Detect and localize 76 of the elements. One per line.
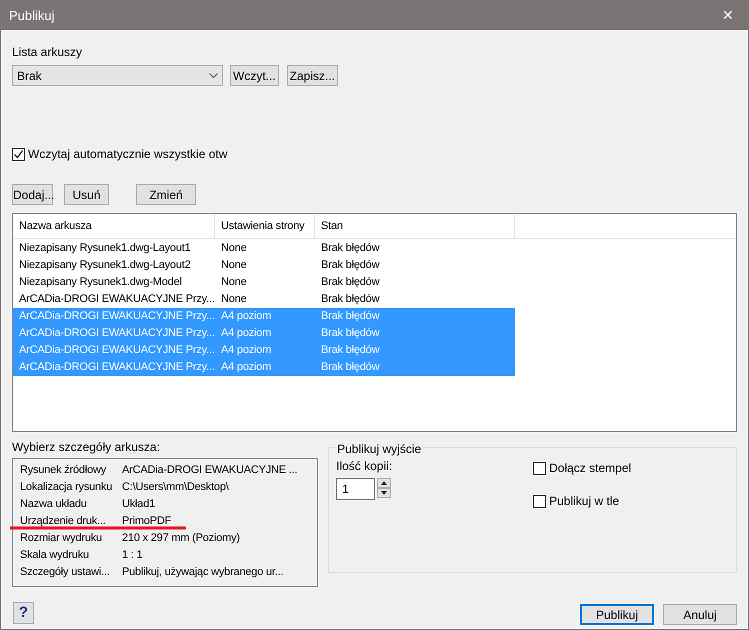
detail-value: C:\Users\mm\Desktop\ bbox=[122, 480, 229, 496]
table-row[interactable]: Niezapisany Rysunek1.dwg-Layout2 None Brak błędów bbox=[13, 257, 515, 274]
table-cell-text: Brak błędów bbox=[320, 292, 380, 307]
sheet-list-button[interactable]: Zapisz... bbox=[286, 65, 338, 86]
table-cell-text: Brak błędów bbox=[320, 258, 380, 273]
detail-label: Rysunek źródłowy bbox=[20, 464, 106, 476]
table-cell-text: None bbox=[220, 275, 248, 290]
details-title: Wybierz szczegóły arkusza: bbox=[12, 439, 161, 456]
table-cell-text: Brak błędów bbox=[320, 326, 380, 341]
list-button[interactable]: Zmień bbox=[136, 184, 196, 205]
detail-label: Urządzenie druk... bbox=[20, 515, 106, 528]
table-cell-text: Niezapisany Rysunek1.dwg-Layout2 bbox=[18, 258, 192, 273]
option-checkbox[interactable]: Dołącz stempel bbox=[533, 459, 632, 477]
table-cell-text: Brak błędów bbox=[320, 360, 380, 375]
table-cell-text: A4 poziom bbox=[220, 326, 272, 341]
detail-label: Nazwa układu bbox=[20, 498, 87, 510]
column-header[interactable]: Ustawienia strony bbox=[215, 214, 315, 238]
checkbox-label: Wczytaj automatycznie wszystkie otw bbox=[28, 146, 228, 163]
detail-label: Skala wydruku bbox=[20, 549, 89, 562]
table-cell-text: ArCADia-DROGI EWAKUACYJNE Przy... bbox=[18, 309, 215, 324]
copies-label: Ilość kopii: bbox=[336, 458, 394, 475]
checkbox[interactable] bbox=[533, 462, 546, 474]
spin-up-button[interactable] bbox=[377, 478, 392, 488]
sheet-list-button[interactable]: Wczyt... bbox=[230, 65, 279, 86]
table-cell-text: Brak błędów bbox=[320, 241, 380, 256]
help-button[interactable]: ? bbox=[13, 602, 34, 624]
checkbox-label: Dołącz stempel bbox=[549, 460, 632, 477]
up-arrow-icon bbox=[381, 481, 388, 485]
table-cell-text: ArCADia-DROGI EWAKUACYJNE Przy... bbox=[18, 326, 215, 341]
table-cell-text: Brak błędów bbox=[320, 275, 380, 290]
detail-value: PrimoPDF bbox=[122, 514, 172, 530]
table-cell-text: Brak błędów bbox=[320, 309, 380, 324]
table-cell-text: A4 poziom bbox=[220, 360, 272, 375]
table-cell-text: ArCADia-DROGI EWAKUACYJNE Przy... bbox=[18, 292, 215, 307]
list-button[interactable]: Usuń bbox=[64, 184, 109, 205]
detail-value: 1 : 1 bbox=[122, 548, 142, 564]
table-cell-text: Niezapisany Rysunek1.dwg-Layout1 bbox=[18, 241, 192, 256]
chevron-down-icon bbox=[209, 72, 218, 78]
detail-label: Szczegóły ustawi... bbox=[20, 566, 110, 578]
column-header[interactable]: Nazwa arkusza bbox=[13, 214, 215, 238]
table-row[interactable]: Niezapisany Rysunek1.dwg-Model None Brak błędów bbox=[13, 274, 515, 291]
detail-value: ArCADia-DROGI EWAKUACYJNE ... bbox=[122, 463, 298, 478]
detail-label: Lokalizacja rysunku bbox=[20, 481, 112, 494]
dialog-button[interactable]: Anuluj bbox=[663, 604, 737, 625]
down-arrow-icon bbox=[381, 491, 388, 495]
sheet-list-dropdown[interactable]: Brak bbox=[12, 65, 223, 86]
table-cell-text: A4 poziom bbox=[220, 309, 272, 324]
copies-field[interactable]: 1 bbox=[336, 478, 376, 500]
checkbox[interactable] bbox=[12, 148, 25, 160]
checkmark-icon bbox=[13, 148, 24, 160]
table-cell-text: A4 poziom bbox=[220, 343, 272, 358]
detail-value: Publikuj, używając wybranego ur... bbox=[122, 565, 284, 580]
column-header[interactable]: Stan bbox=[315, 214, 515, 238]
detail-value: 210 x 297 mm (Poziomy) bbox=[122, 531, 240, 546]
sheet-list-label: Lista arkuszy bbox=[12, 44, 84, 61]
window-title: Publikuj bbox=[9, 6, 55, 25]
checkbox-label: Publikuj w tle bbox=[549, 493, 620, 510]
table-cell-text: ArCADia-DROGI EWAKUACYJNE Przy... bbox=[18, 360, 215, 375]
dialog-button[interactable]: Publikuj bbox=[580, 604, 654, 625]
dropdown-value: Brak bbox=[17, 68, 42, 84]
table-cell-text: None bbox=[220, 292, 248, 307]
table-row[interactable]: Niezapisany Rysunek1.dwg-Layout1 None Brak błędów bbox=[13, 240, 515, 257]
detail-label: Rozmiar wydruku bbox=[20, 532, 102, 544]
checkbox[interactable] bbox=[533, 494, 546, 508]
spin-down-button[interactable] bbox=[377, 488, 392, 498]
list-button[interactable]: Dodaj... bbox=[12, 184, 53, 205]
table-cell-text: Brak błędów bbox=[320, 343, 380, 358]
auto-load-checkbox[interactable]: Wczytaj automatycznie wszystkie otw bbox=[12, 145, 737, 163]
option-checkbox[interactable]: Publikuj w tle bbox=[533, 492, 632, 510]
close-button[interactable]: ✕ bbox=[708, 1, 748, 30]
detail-value: Układ1 bbox=[122, 497, 156, 512]
table-row[interactable]: ArCADia-DROGI EWAKUACYJNE Przy... None Brak błędów bbox=[13, 291, 515, 308]
table-cell-text: Niezapisany Rysunek1.dwg-Model bbox=[18, 275, 183, 290]
table-cell-text: ArCADia-DROGI EWAKUACYJNE Przy... bbox=[18, 343, 215, 358]
table-cell-text: None bbox=[220, 241, 248, 256]
table-cell-text: None bbox=[220, 258, 248, 273]
